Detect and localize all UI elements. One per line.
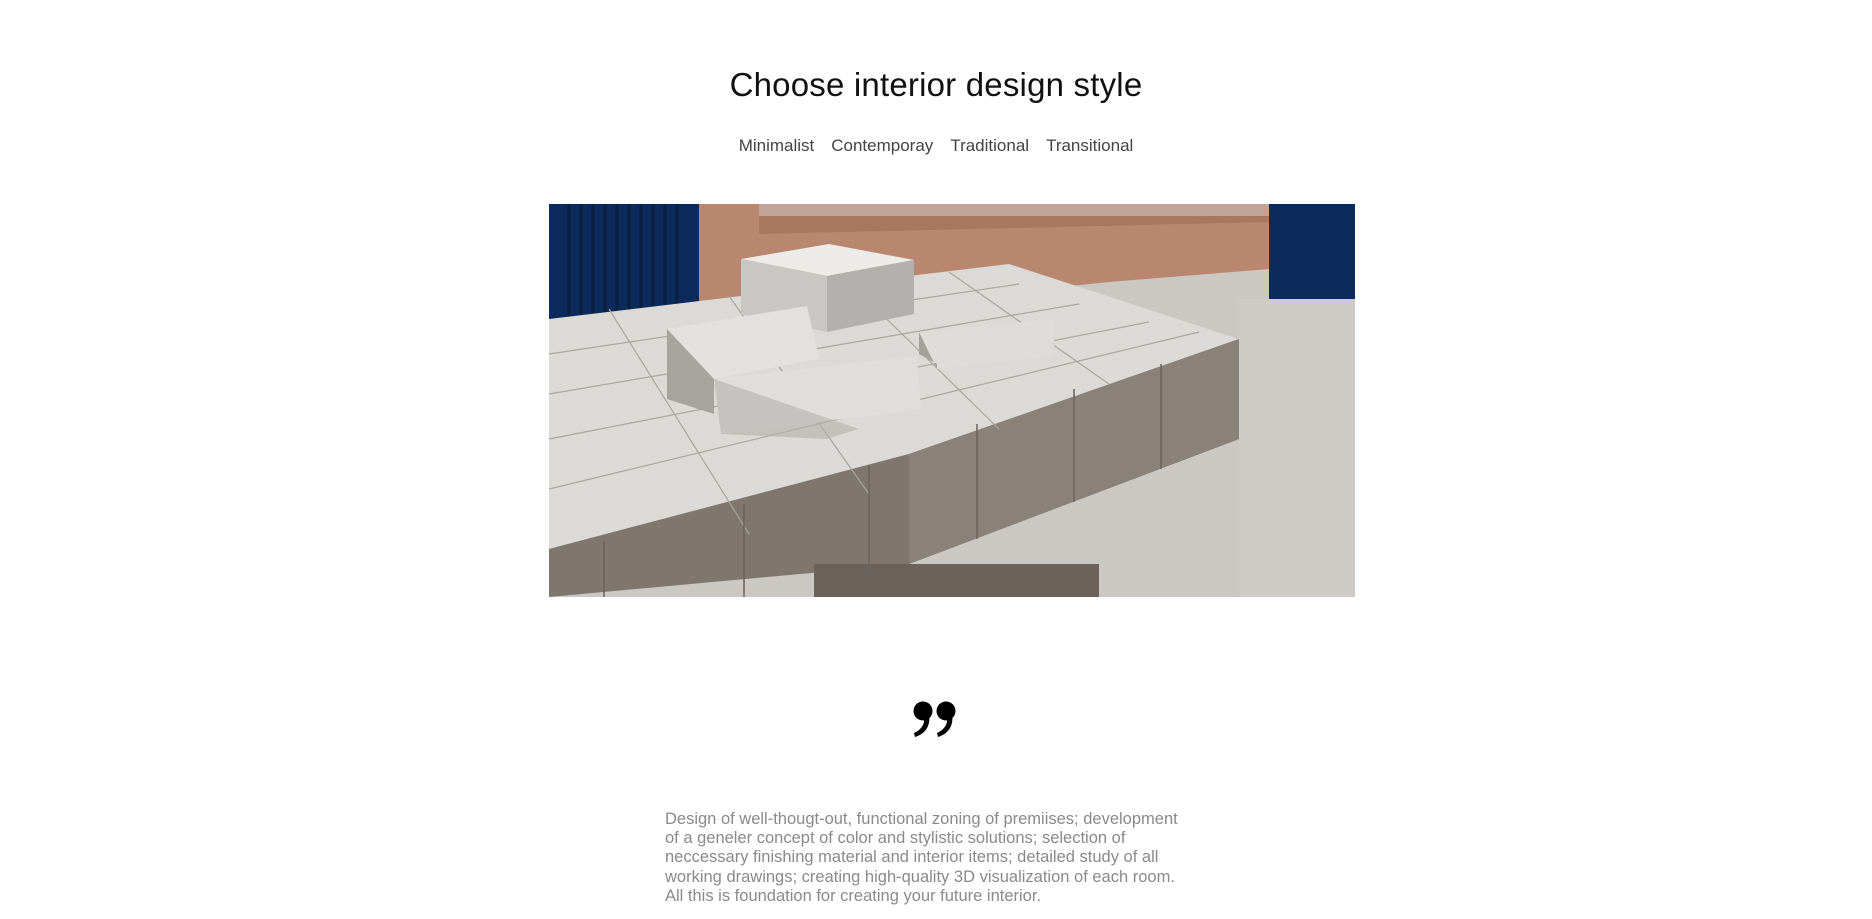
description-line: Design of well-thougt-out, functional zo… <box>665 810 1178 828</box>
style-tabs: Minimalist Contemporay Traditional Trans… <box>0 136 1872 156</box>
quote-icon <box>0 700 1872 738</box>
description-text: Design of well-thougt-out, functional zo… <box>665 810 1245 906</box>
tab-transitional[interactable]: Transitional <box>1046 136 1133 156</box>
tab-minimalist[interactable]: Minimalist <box>739 136 815 156</box>
hero-image <box>549 204 1355 597</box>
description-line: working drawings; creating high-quality … <box>665 867 1175 886</box>
description-line: neccessary finishing material and interi… <box>665 848 1159 867</box>
description-line: All this is foundation for creating your… <box>665 886 1042 905</box>
tab-contemporary[interactable]: Contemporay <box>831 136 933 156</box>
tab-traditional[interactable]: Traditional <box>950 136 1029 156</box>
page-title: Choose interior design style <box>729 66 1143 103</box>
description-line: of a geneler concept of color and stylis… <box>665 829 1126 848</box>
